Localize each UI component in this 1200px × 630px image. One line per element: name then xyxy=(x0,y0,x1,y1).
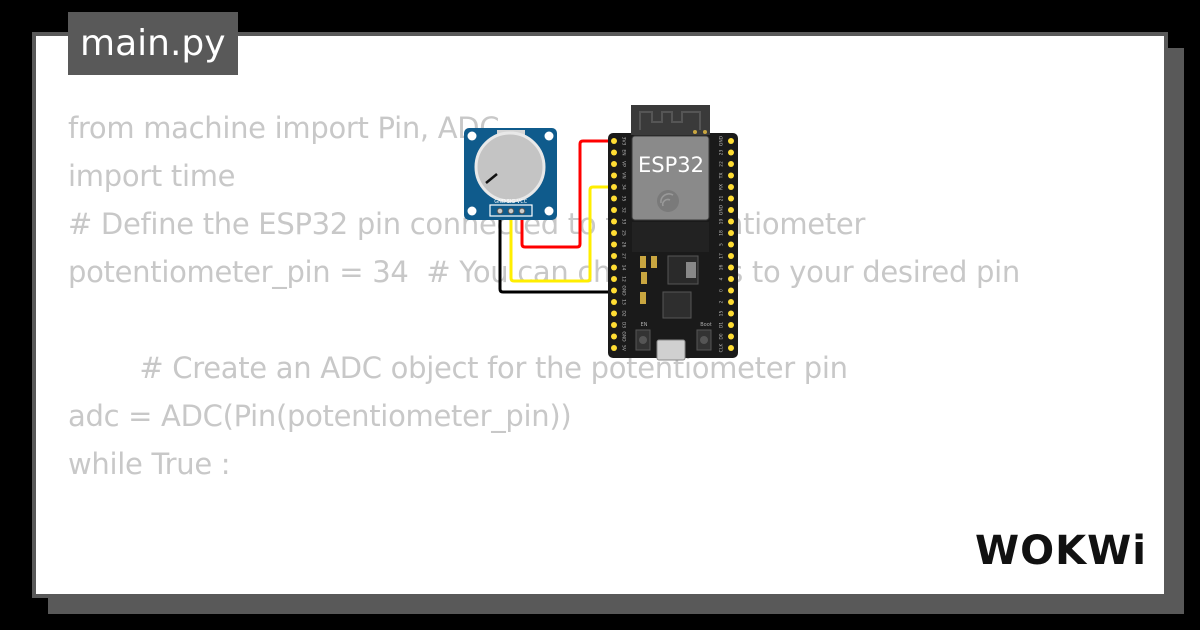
usb-chip xyxy=(662,291,692,319)
esp32-pin[interactable] xyxy=(611,345,617,351)
esp32-pin-label: GND xyxy=(621,285,627,296)
esp32-pin[interactable] xyxy=(728,333,734,340)
en-button-label: EN xyxy=(641,322,648,328)
esp32-pin[interactable] xyxy=(611,172,617,179)
esp32-pin[interactable] xyxy=(728,299,734,305)
esp32-pin-label: CLK xyxy=(719,343,725,353)
esp32-pin-label: 16 xyxy=(719,265,725,271)
esp32-pin[interactable] xyxy=(611,310,617,317)
esp32-pin[interactable] xyxy=(728,161,734,167)
micro-usb-port[interactable] xyxy=(656,339,686,361)
wokwi-logo: WOKWi xyxy=(975,528,1147,574)
esp32-pin-label: 19 xyxy=(719,219,725,225)
esp32-pin-label: 25 xyxy=(621,230,627,236)
esp32-pin-label: VP xyxy=(621,161,627,167)
esp32-pin-label: 12 xyxy=(621,276,627,282)
esp32-pin-label: GND xyxy=(621,331,627,342)
esp32-pin-label: VN xyxy=(621,172,627,178)
esp32-pin-label: 5 xyxy=(719,243,725,246)
esp32-pin-label: GND xyxy=(719,135,725,146)
espressif-logo-icon xyxy=(657,190,679,212)
esp32-pin-label: EN xyxy=(621,149,627,155)
esp32-pin[interactable] xyxy=(611,161,617,167)
esp32-pin[interactable] xyxy=(728,138,734,144)
esp32-pin[interactable] xyxy=(611,138,617,144)
esp32-pin-label: D2 xyxy=(621,310,627,316)
esp32-pin-label: 17 xyxy=(719,253,725,259)
esp32-pin-label: RX xyxy=(719,184,725,190)
esp32-pin-label: D3 xyxy=(621,322,627,328)
esp32-antenna xyxy=(631,105,710,135)
esp32-pin[interactable] xyxy=(728,149,734,156)
esp32-chip-label: ESP32 xyxy=(638,153,704,177)
esp32-pin[interactable] xyxy=(611,195,617,202)
esp32-pin[interactable] xyxy=(611,253,617,259)
esp32-pin[interactable] xyxy=(611,287,617,294)
esp32-pin[interactable] xyxy=(728,207,734,213)
esp32-pin[interactable] xyxy=(611,149,617,156)
esp32-pin[interactable] xyxy=(728,287,734,294)
esp32-pin[interactable] xyxy=(611,299,617,305)
esp32-pin[interactable] xyxy=(728,322,734,328)
esp32-pin[interactable] xyxy=(728,184,734,190)
esp32-pin[interactable] xyxy=(611,230,617,236)
esp32-pin[interactable] xyxy=(611,276,617,282)
esp32-pin-label: GND xyxy=(719,204,725,215)
esp32-pin[interactable] xyxy=(611,207,617,213)
esp32-pin-label: 27 xyxy=(621,253,627,259)
esp32-pin[interactable] xyxy=(728,241,734,248)
esp32-pin-label: 13 xyxy=(621,299,627,305)
esp32-pin-label: 26 xyxy=(621,242,627,248)
pot-pin-label-vcc: VCC xyxy=(517,199,528,205)
esp32-pin[interactable] xyxy=(728,310,734,317)
esp32-pin-label: 15 xyxy=(719,311,725,317)
esp32-pin[interactable] xyxy=(728,230,734,236)
esp32-board[interactable]: ESP32 EN Boot 3V3ENVPVN34353233252627141… xyxy=(608,105,738,361)
pot-pin-label-sig: SIG xyxy=(507,199,516,205)
esp32-pin-label: 18 xyxy=(719,230,725,236)
esp32-pin-label: 2 xyxy=(719,300,725,303)
esp32-pin-label: 23 xyxy=(719,150,725,156)
esp32-pin[interactable] xyxy=(728,253,734,259)
esp32-pin[interactable] xyxy=(611,241,617,248)
boot-button-label: Boot xyxy=(700,322,712,328)
esp32-pin[interactable] xyxy=(728,195,734,202)
potentiometer[interactable]: GND SIG VCC xyxy=(464,128,557,220)
esp32-pin-label: 3V3 xyxy=(621,137,627,146)
esp32-pin[interactable] xyxy=(728,264,734,271)
esp32-pin[interactable] xyxy=(728,345,734,351)
pot-pin-label-gnd: GND xyxy=(494,199,506,205)
esp32-pin[interactable] xyxy=(611,264,617,271)
esp32-pin-label: TX xyxy=(719,173,725,180)
esp32-pin-label: 34 xyxy=(621,184,627,190)
esp32-pin-label: 5V xyxy=(621,345,627,352)
esp32-pin-label: 14 xyxy=(621,265,627,271)
esp32-pin-label: 35 xyxy=(621,196,627,202)
esp32-pin[interactable] xyxy=(611,333,617,340)
esp32-pin-label: 21 xyxy=(719,196,725,202)
esp32-pin[interactable] xyxy=(728,172,734,179)
esp32-pin-label: 22 xyxy=(719,161,725,167)
esp32-pin[interactable] xyxy=(611,184,617,190)
esp32-pin-label: 4 xyxy=(719,277,725,280)
potentiometer-knob[interactable] xyxy=(474,131,546,203)
esp32-pin-label: 33 xyxy=(621,219,627,225)
esp32-pin[interactable] xyxy=(611,218,617,225)
esp32-pin-label: D1 xyxy=(719,322,725,328)
esp32-pin[interactable] xyxy=(728,218,734,225)
esp32-pin-label: D0 xyxy=(719,333,725,339)
esp32-pin-label: 0 xyxy=(719,289,725,292)
esp32-pin[interactable] xyxy=(728,276,734,282)
esp32-pin[interactable] xyxy=(611,322,617,328)
esp32-pin-label: 32 xyxy=(621,207,627,213)
